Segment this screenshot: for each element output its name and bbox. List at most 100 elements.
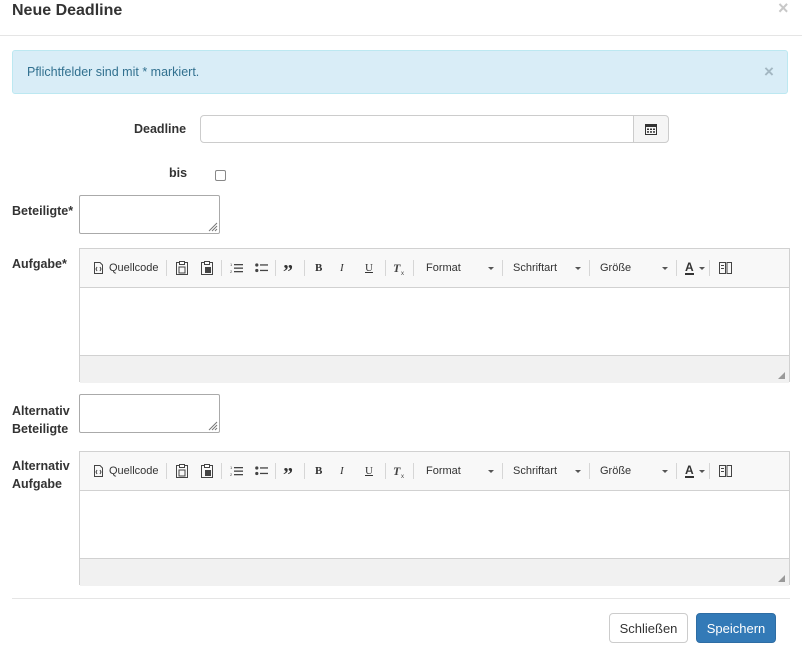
font-label: Schriftart xyxy=(513,262,558,274)
bold-button[interactable]: B xyxy=(315,249,322,287)
bis-label: bis xyxy=(169,166,188,180)
maximize-icon xyxy=(719,465,732,477)
bullet-list-icon xyxy=(255,466,268,476)
alt-aufgabe-label-line1: Alternativ xyxy=(12,459,70,473)
beteiligte-textarea[interactable] xyxy=(79,195,220,234)
alt-aufgabe-label-line2: Aufgabe xyxy=(12,477,62,491)
editor-content-area[interactable] xyxy=(80,288,789,355)
required-fields-alert: Pflichtfelder sind mit * markiert. × xyxy=(12,50,788,94)
format-label: Format xyxy=(426,465,461,477)
aufgabe-label: Aufgabe* xyxy=(12,257,67,271)
source-icon xyxy=(94,262,103,274)
remove-format-icon: Tx xyxy=(393,262,404,275)
text-color-button[interactable]: A xyxy=(685,452,694,490)
numbered-list-button[interactable]: 12 xyxy=(230,452,243,490)
text-color-caret-icon xyxy=(699,267,705,270)
alt-beteiligte-textarea[interactable] xyxy=(79,394,220,433)
remove-format-button[interactable]: Tx xyxy=(393,249,407,287)
blockquote-icon: ” xyxy=(283,464,293,486)
maximize-icon xyxy=(719,262,732,274)
text-color-caret-icon xyxy=(699,470,705,473)
underline-button[interactable]: U xyxy=(365,249,373,287)
numbered-list-button[interactable]: 12 xyxy=(230,249,243,287)
underline-button[interactable]: U xyxy=(365,452,373,490)
paste-button[interactable] xyxy=(176,249,188,287)
format-caret-icon xyxy=(488,267,494,270)
editor-toolbar: Quellcode 12 ” B I U Tx Format Schriftar… xyxy=(80,249,789,288)
maximize-button[interactable] xyxy=(719,249,732,287)
source-button[interactable]: Quellcode xyxy=(93,452,159,490)
size-dropdown[interactable]: Größe xyxy=(600,249,631,287)
text-color-icon: A xyxy=(685,462,694,478)
bis-checkbox[interactable] xyxy=(215,170,226,181)
dialog-title: Neue Deadline xyxy=(12,2,123,19)
alert-close-button[interactable]: × xyxy=(764,63,774,80)
aufgabe-editor: Quellcode 12 ” B I U Tx Format Schriftar… xyxy=(79,248,790,383)
svg-text:T: T xyxy=(393,262,401,275)
editor-resize-icon[interactable] xyxy=(778,575,785,582)
numbered-list-icon: 12 xyxy=(230,262,243,274)
format-caret-icon xyxy=(488,470,494,473)
paste-icon xyxy=(176,464,188,478)
blockquote-icon: ” xyxy=(283,261,293,283)
format-dropdown[interactable]: Format xyxy=(426,249,461,287)
svg-text:x: x xyxy=(401,474,404,478)
svg-text:1: 1 xyxy=(230,465,233,470)
calendar-icon xyxy=(645,124,657,135)
font-caret-icon xyxy=(575,470,581,473)
svg-text:T: T xyxy=(393,465,401,478)
bullet-list-button[interactable] xyxy=(255,249,268,287)
bold-button[interactable]: B xyxy=(315,452,322,490)
alert-text: Pflichtfelder sind mit * markiert. xyxy=(27,65,200,79)
svg-text:1: 1 xyxy=(230,262,233,267)
paste-word-button[interactable] xyxy=(201,249,213,287)
italic-button[interactable]: I xyxy=(340,452,344,490)
svg-text:x: x xyxy=(401,271,404,275)
svg-text:2: 2 xyxy=(230,269,233,274)
font-dropdown[interactable]: Schriftart xyxy=(513,249,557,287)
editor-content-area[interactable] xyxy=(80,491,789,558)
resize-grip-icon[interactable] xyxy=(208,421,218,431)
size-caret-icon xyxy=(662,470,668,473)
editor-toolbar: Quellcode 12 ” B I U Tx Format Schriftar… xyxy=(80,452,789,491)
close-button[interactable]: Schließen xyxy=(609,613,688,643)
editor-statusbar xyxy=(80,558,789,586)
font-dropdown[interactable]: Schriftart xyxy=(513,452,557,490)
resize-grip-icon[interactable] xyxy=(208,222,218,232)
editor-resize-icon[interactable] xyxy=(778,372,785,379)
header-divider xyxy=(0,35,802,36)
alt-aufgabe-editor: Quellcode 12 ” B I U Tx Format Schriftar… xyxy=(79,451,790,586)
source-button[interactable]: Quellcode xyxy=(93,249,159,287)
deadline-input[interactable] xyxy=(200,115,634,143)
editor-statusbar xyxy=(80,355,789,383)
blockquote-button[interactable]: ” xyxy=(283,452,293,490)
format-dropdown[interactable]: Format xyxy=(426,452,461,490)
font-label: Schriftart xyxy=(513,465,558,477)
italic-button[interactable]: I xyxy=(340,249,344,287)
paste-word-button[interactable] xyxy=(201,452,213,490)
deadline-label: Deadline xyxy=(134,122,187,136)
text-color-button[interactable]: A xyxy=(685,249,694,287)
paste-word-icon xyxy=(201,464,213,478)
dialog-close-button[interactable]: × xyxy=(778,0,789,17)
remove-format-icon: Tx xyxy=(393,465,404,478)
footer-divider xyxy=(12,598,790,599)
size-dropdown[interactable]: Größe xyxy=(600,452,631,490)
calendar-button[interactable] xyxy=(633,115,669,143)
maximize-button[interactable] xyxy=(719,452,732,490)
blockquote-button[interactable]: ” xyxy=(283,249,293,287)
bullet-list-button[interactable] xyxy=(255,452,268,490)
remove-format-button[interactable]: Tx xyxy=(393,452,407,490)
save-button[interactable]: Speichern xyxy=(696,613,776,643)
paste-button[interactable] xyxy=(176,452,188,490)
bullet-list-icon xyxy=(255,263,268,273)
numbered-list-icon: 12 xyxy=(230,465,243,477)
beteiligte-label: Beteiligte* xyxy=(12,204,74,218)
source-label: Quellcode xyxy=(109,465,159,477)
size-label: Größe xyxy=(600,262,632,274)
size-label: Größe xyxy=(600,465,632,477)
alt-beteiligte-label-line1: Alternativ xyxy=(12,404,70,418)
size-caret-icon xyxy=(662,267,668,270)
font-caret-icon xyxy=(575,267,581,270)
format-label: Format xyxy=(426,262,461,274)
